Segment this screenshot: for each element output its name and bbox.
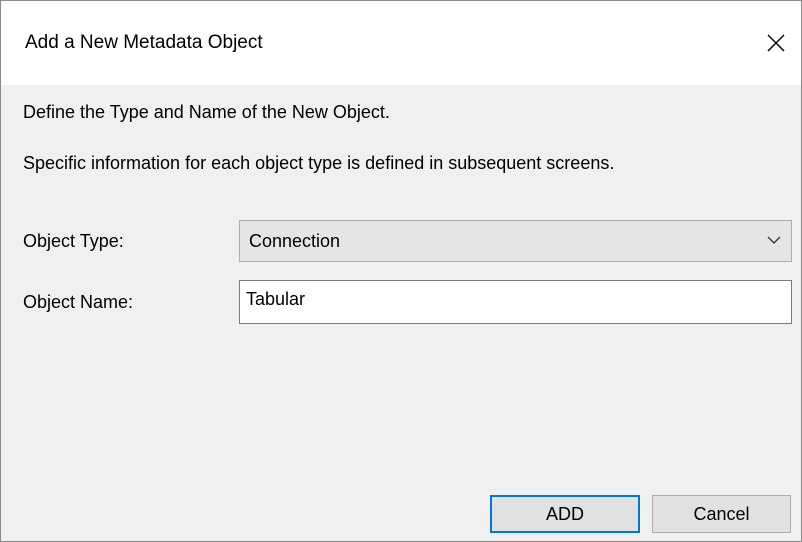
dialog-title: Add a New Metadata Object [25,32,263,53]
intro-text-line-2: Specific information for each object typ… [23,153,615,173]
title-bar: Add a New Metadata Object [1,1,801,85]
chevron-down-icon [767,236,781,244]
object-type-label: Object Type: [23,231,124,251]
object-name-label: Object Name: [23,292,134,312]
close-button[interactable] [751,21,801,65]
object-name-value: Tabular [246,289,306,309]
intro-text-line-1: Define the Type and Name of the New Obje… [23,102,390,122]
add-metadata-object-dialog: Add a New Metadata Object Define the Typ… [0,0,802,542]
add-button[interactable]: ADD [490,495,640,533]
close-icon [767,34,785,52]
object-type-value: Connection [249,231,341,251]
object-name-input[interactable]: Tabular [239,280,792,324]
cancel-button[interactable]: Cancel [652,495,791,533]
object-type-dropdown[interactable]: Connection [239,220,792,262]
